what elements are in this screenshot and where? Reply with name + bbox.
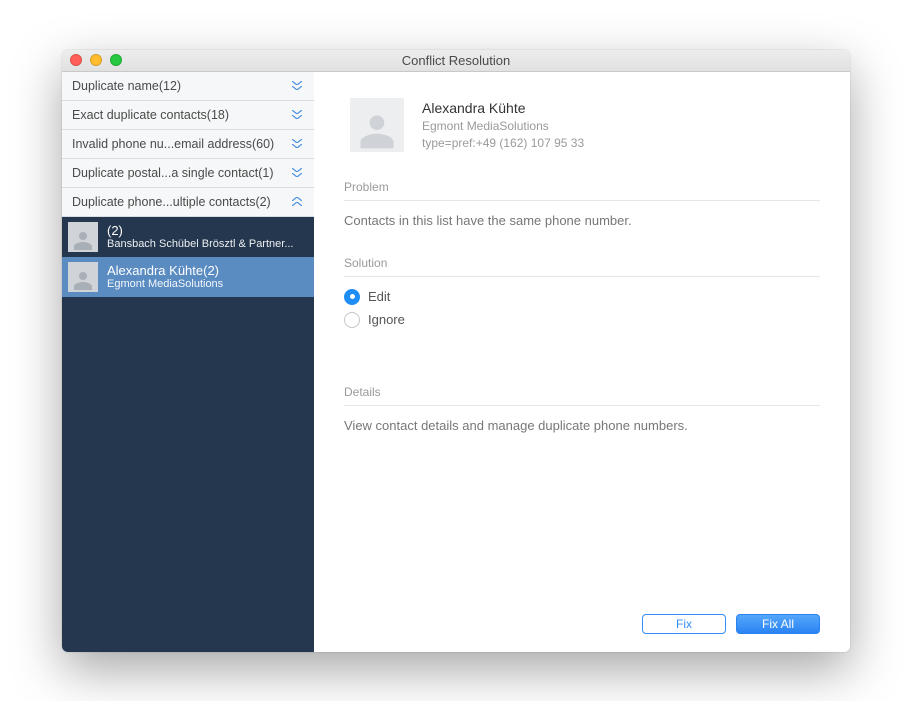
radio-label: Edit [368, 289, 390, 304]
solution-option-edit[interactable]: Edit [344, 289, 820, 305]
solution-option-ignore[interactable]: Ignore [344, 312, 820, 328]
contact-text: Alexandra Kühte(2) Egmont MediaSolutions [107, 263, 223, 290]
traffic-lights [70, 54, 122, 66]
solution-header: Solution [344, 256, 820, 277]
contact-row[interactable]: (2) Bansbach Schübel Brösztl & Partner..… [62, 217, 314, 257]
close-button[interactable] [70, 54, 82, 66]
contact-row[interactable]: Alexandra Kühte(2) Egmont MediaSolutions [62, 257, 314, 297]
chevron-down-icon [290, 81, 304, 90]
chevron-down-icon [290, 168, 304, 177]
conflict-resolution-window: Conflict Resolution Duplicate name(12) E… [62, 50, 850, 652]
maximize-button[interactable] [110, 54, 122, 66]
footer-buttons: Fix Fix All [344, 614, 820, 634]
category-label: Duplicate name(12) [72, 79, 290, 93]
radio-label: Ignore [368, 312, 405, 327]
contact-phone: type=pref:+49 (162) 107 95 33 [422, 136, 584, 150]
window-title: Conflict Resolution [62, 53, 850, 68]
category-label: Duplicate postal...a single contact(1) [72, 166, 290, 180]
problem-header: Problem [344, 180, 820, 201]
avatar-icon [68, 222, 98, 252]
category-invalid-phone[interactable]: Invalid phone nu...email address(60) [62, 130, 314, 159]
details-text: View contact details and manage duplicat… [344, 418, 820, 433]
contact-org: Egmont MediaSolutions [422, 119, 584, 133]
radio-icon [344, 289, 360, 305]
category-label: Exact duplicate contacts(18) [72, 108, 290, 122]
avatar-icon [350, 98, 404, 152]
category-exact-duplicate[interactable]: Exact duplicate contacts(18) [62, 101, 314, 130]
category-label: Duplicate phone...ultiple contacts(2) [72, 195, 290, 209]
contact-title: (2) [107, 223, 294, 238]
details-header: Details [344, 385, 820, 406]
profile-text: Alexandra Kühte Egmont MediaSolutions ty… [422, 98, 584, 152]
category-duplicate-phone-multiple[interactable]: Duplicate phone...ultiple contacts(2) [62, 188, 314, 217]
category-duplicate-postal[interactable]: Duplicate postal...a single contact(1) [62, 159, 314, 188]
contact-name: Alexandra Kühte [422, 100, 584, 116]
contact-title: Alexandra Kühte(2) [107, 263, 223, 278]
problem-text: Contacts in this list have the same phon… [344, 213, 820, 228]
chevron-down-icon [290, 139, 304, 148]
radio-icon [344, 312, 360, 328]
chevron-down-icon [290, 110, 304, 119]
window-body: Duplicate name(12) Exact duplicate conta… [62, 72, 850, 652]
avatar-icon [68, 262, 98, 292]
minimize-button[interactable] [90, 54, 102, 66]
sidebar: Duplicate name(12) Exact duplicate conta… [62, 72, 314, 652]
fix-all-button[interactable]: Fix All [736, 614, 820, 634]
detail-panel: Alexandra Kühte Egmont MediaSolutions ty… [314, 72, 850, 652]
contact-subtitle: Egmont MediaSolutions [107, 278, 223, 290]
category-duplicate-name[interactable]: Duplicate name(12) [62, 72, 314, 101]
fix-button[interactable]: Fix [642, 614, 726, 634]
contact-profile: Alexandra Kühte Egmont MediaSolutions ty… [344, 98, 820, 152]
chevron-up-icon [290, 197, 304, 206]
category-label: Invalid phone nu...email address(60) [72, 137, 290, 151]
titlebar: Conflict Resolution [62, 50, 850, 72]
contact-subtitle: Bansbach Schübel Brösztl & Partner... [107, 238, 294, 250]
contact-text: (2) Bansbach Schübel Brösztl & Partner..… [107, 223, 294, 250]
